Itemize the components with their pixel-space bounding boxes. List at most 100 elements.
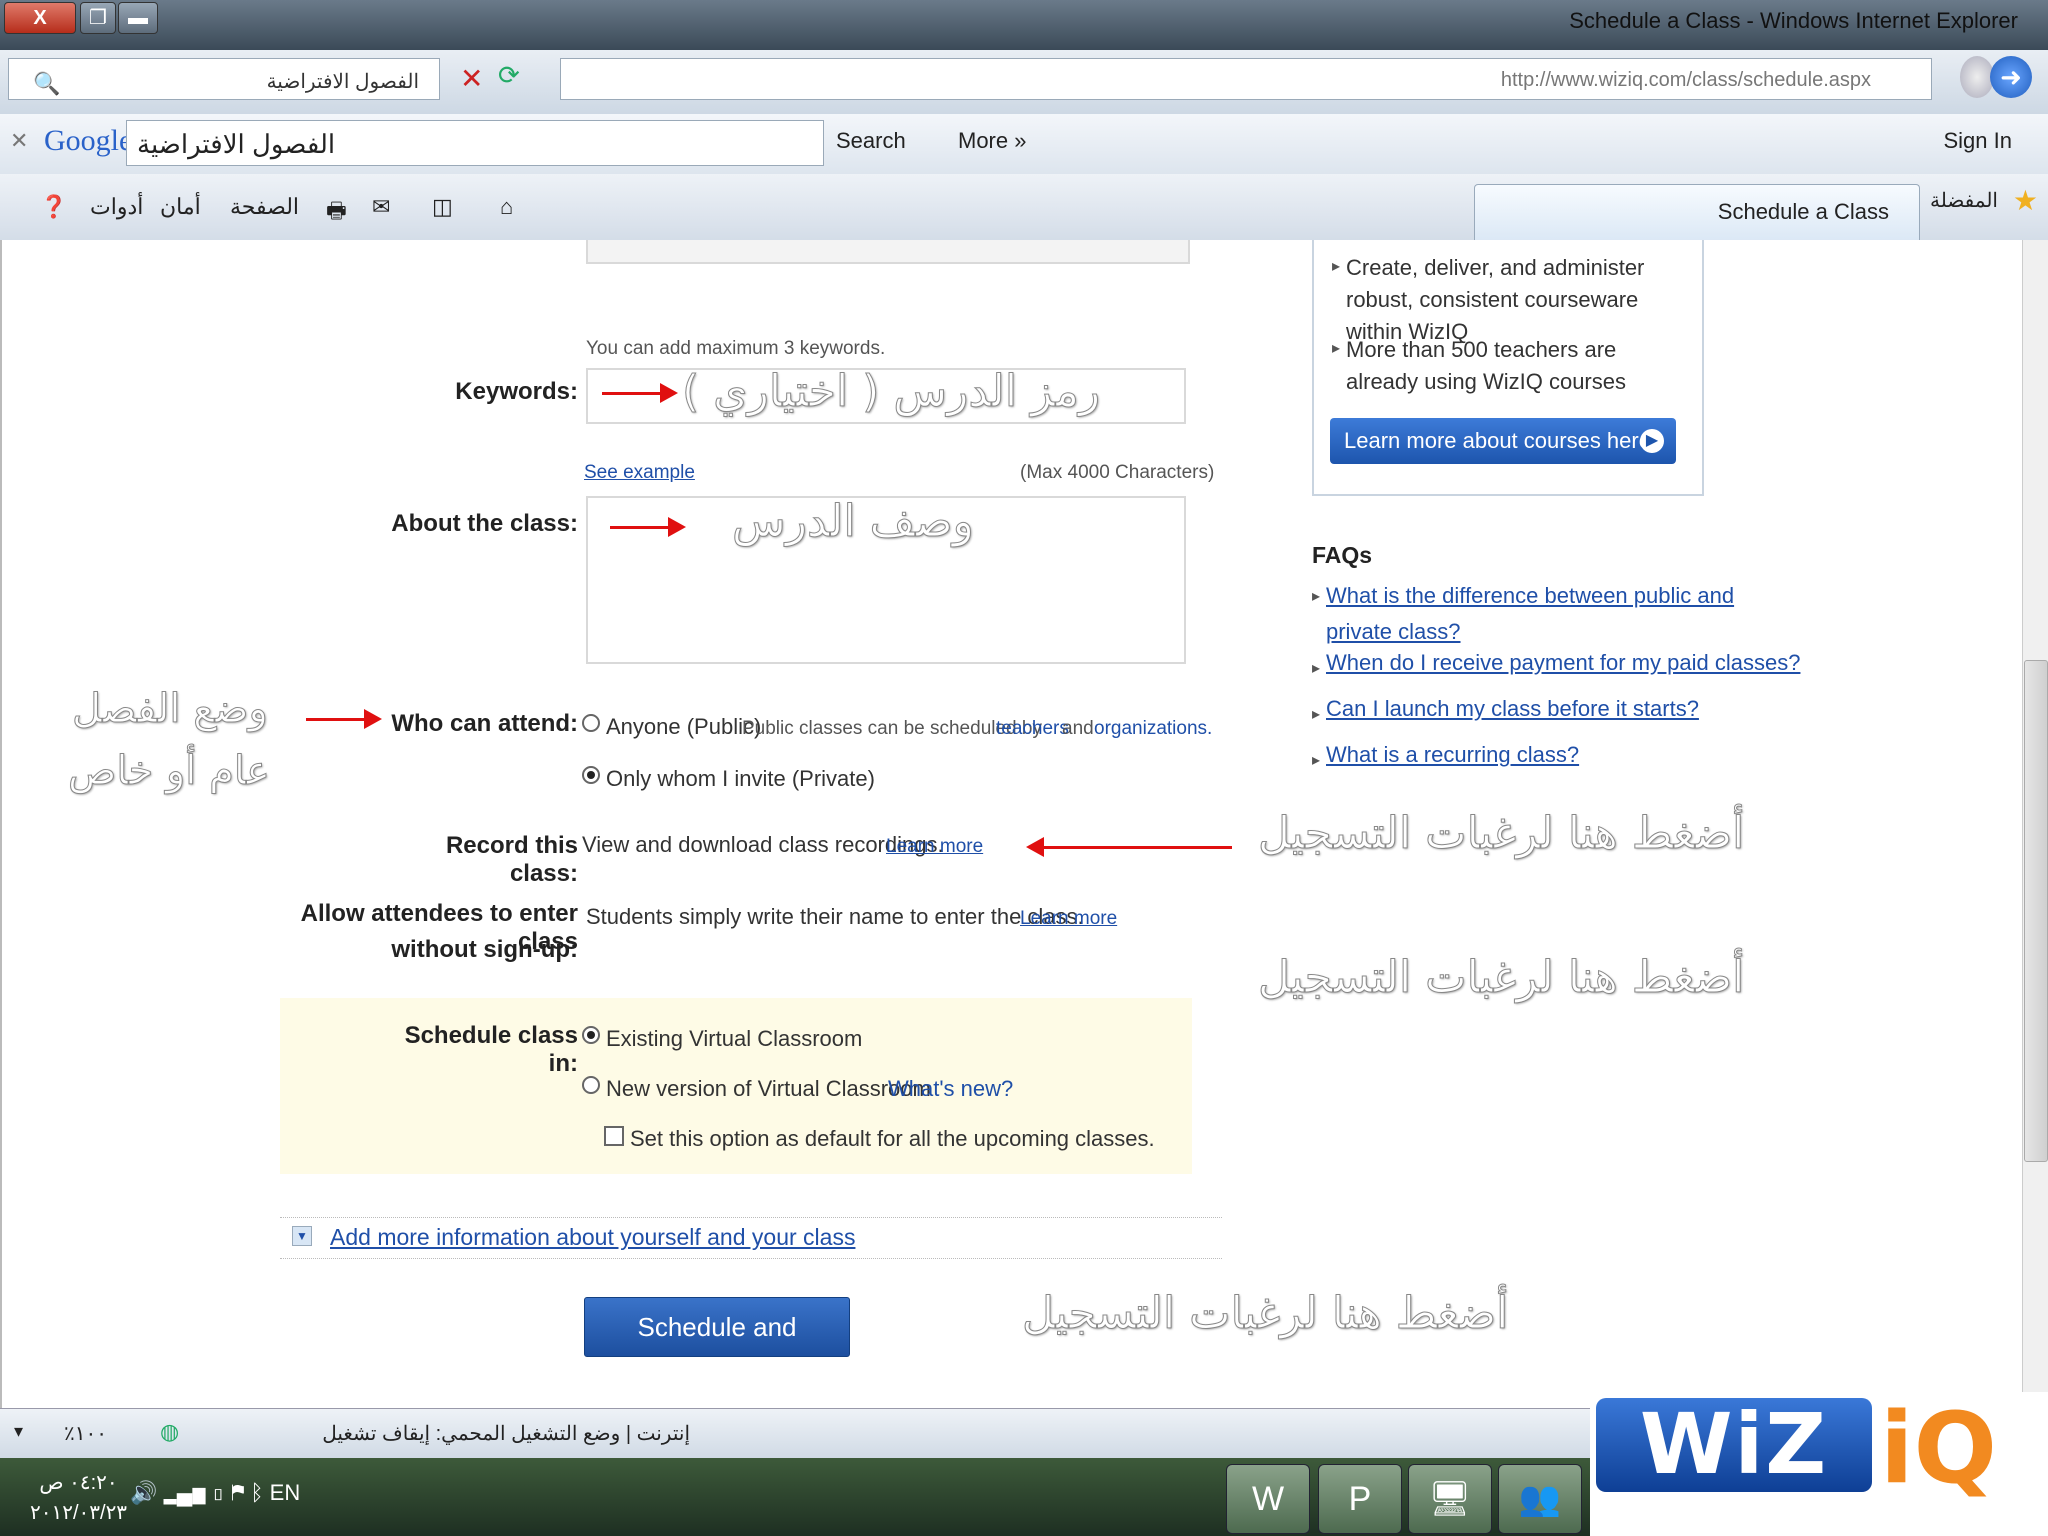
- see-example-link[interactable]: See example: [584, 462, 695, 484]
- record-learn-more-link[interactable]: Learn more: [886, 836, 983, 858]
- mail-icon[interactable]: ✉: [372, 194, 390, 220]
- help-icon[interactable]: ❓: [40, 194, 67, 220]
- teachers-link[interactable]: teachers: [996, 718, 1069, 740]
- bullet-icon: ▸: [1312, 752, 1321, 769]
- scrollbar-thumb[interactable]: [2024, 660, 2048, 1162]
- window-title: Schedule a Class - Windows Internet Expl…: [1569, 8, 2018, 33]
- google-search-input[interactable]: الفصول الافتراضية: [126, 120, 824, 166]
- faqs-title: FAQs: [1312, 542, 1373, 568]
- taskbar-computer-button[interactable]: 🖥: [1408, 1464, 1492, 1534]
- clock-date: ٢٠١٢/٠٣/٢٣: [30, 1502, 128, 1524]
- star-icon[interactable]: ★: [2013, 184, 2038, 217]
- google-more-button[interactable]: More »: [958, 128, 1026, 154]
- zoom-level[interactable]: ١٠٠٪: [64, 1421, 107, 1446]
- faq-link-2[interactable]: When do I receive payment for my paid cl…: [1326, 650, 1800, 676]
- record-arrow: [1026, 837, 1232, 857]
- bullet-icon: ▸: [1312, 588, 1321, 605]
- forward-button[interactable]: [1960, 56, 1994, 98]
- schedule-label: Schedule class in:: [404, 1022, 578, 1077]
- who-arrow: [306, 709, 382, 729]
- network-icon[interactable]: ▂▄▆: [164, 1480, 206, 1505]
- close-toolbar-icon[interactable]: ✕: [10, 128, 28, 154]
- learn-more-courses-label: Learn more about courses here: [1344, 428, 1651, 453]
- taskbar-word-button[interactable]: W: [1226, 1464, 1310, 1534]
- favorites-button[interactable]: المفضلة: [1930, 188, 1998, 213]
- keywords-arrow: [602, 383, 678, 403]
- private-radio[interactable]: [582, 766, 600, 784]
- language-indicator[interactable]: EN: [270, 1480, 301, 1505]
- new-classroom-radio[interactable]: [582, 1076, 600, 1094]
- status-text: إنترنت | وضع التشغيل المحمي: إيقاف تشغيل: [322, 1423, 690, 1445]
- system-clock[interactable]: ٠٤:٢٠ ص ٢٠١٢/٠٣/٢٣: [30, 1468, 127, 1528]
- set-default-label: Set this option as default for all the u…: [630, 1126, 1155, 1151]
- zoom-dropdown-icon[interactable]: ▾: [14, 1421, 23, 1442]
- title-field-bottom[interactable]: [586, 240, 1190, 264]
- faq-link-3[interactable]: Can I launch my class before it starts?: [1326, 696, 1699, 722]
- safety-menu[interactable]: أمان: [160, 194, 201, 220]
- arrow-right-icon: ▶: [1640, 429, 1664, 453]
- allow-learn-more-link[interactable]: Learn more: [1020, 908, 1117, 930]
- taskbar-powerpoint-button[interactable]: P: [1318, 1464, 1402, 1534]
- google-search-button[interactable]: Search: [836, 128, 906, 154]
- command-bar: ❓ أدوات أمان الصفحة 🖶 ✉ ◫ ⌂ Schedule a C…: [0, 174, 2048, 241]
- address-bar: 🔍 الفصول الافتراضية ✕ ⟳ http://www.wiziq…: [0, 50, 2048, 115]
- more-info-link[interactable]: Add more information about yourself and …: [330, 1224, 855, 1251]
- keywords-hint: You can add maximum 3 keywords.: [586, 338, 886, 359]
- organizations-link[interactable]: organizations.: [1094, 718, 1212, 740]
- keywords-annotation: رمز الدرس ( اختياري ): [681, 366, 1101, 418]
- system-tray: 🔊 ▂▄▆ ▯ ⚑ ᛒ EN: [130, 1480, 300, 1506]
- status-bar: ▾ ١٠٠٪ ◍ إنترنت | وضع التشغيل المحمي: إي…: [0, 1408, 1590, 1459]
- google-logo: Google: [44, 124, 133, 157]
- minimize-window-button[interactable]: ▬: [118, 2, 158, 34]
- flag-icon[interactable]: ⚑: [231, 1480, 244, 1505]
- who-annotation-line2: عام أو خاص: [68, 748, 271, 795]
- live-search-text: الفصول الافتراضية: [266, 71, 419, 93]
- bullet-icon: ▸: [1332, 340, 1341, 357]
- google-query-text: الفصول الافتراضية: [137, 129, 336, 159]
- volume-icon[interactable]: 🔊: [130, 1480, 157, 1505]
- back-button[interactable]: ➜: [1990, 56, 2032, 98]
- set-default-checkbox[interactable]: [604, 1126, 624, 1146]
- learn-more-courses-button[interactable]: Learn more about courses here ▶: [1330, 418, 1676, 464]
- bullet-icon: ▸: [1312, 706, 1321, 723]
- close-window-button[interactable]: X: [4, 2, 76, 34]
- page-menu[interactable]: الصفحة: [230, 194, 299, 220]
- whats-new-link[interactable]: What's new?: [888, 1076, 1013, 1102]
- live-search-box[interactable]: 🔍 الفصول الافتراضية: [8, 58, 440, 100]
- print-icon[interactable]: 🖶: [326, 194, 347, 232]
- stop-icon[interactable]: ✕: [460, 62, 483, 95]
- who-can-attend-label: Who can attend:: [391, 710, 578, 737]
- google-toolbar: ✕ Google الفصول الافتراضية Search More »…: [0, 114, 2048, 175]
- tab-schedule-a-class[interactable]: Schedule a Class: [1474, 184, 1920, 241]
- existing-classroom-radio[interactable]: [582, 1026, 600, 1044]
- expand-icon[interactable]: ▼: [292, 1226, 312, 1246]
- public-radio[interactable]: [582, 714, 600, 732]
- record-annotation: أضغط هنا لرغبات التسجيل: [1257, 808, 1745, 860]
- record-label: Record this class:: [445, 832, 578, 887]
- battery-icon[interactable]: ▯: [212, 1480, 225, 1505]
- who-annotation-line1: وضع الفصل: [72, 686, 269, 733]
- faq-link-4[interactable]: What is a recurring class?: [1326, 742, 1579, 768]
- page-content: You can add maximum 3 keywords. Keywords…: [0, 240, 2026, 1408]
- title-bar: X ❐ ▬ Schedule a Class - Windows Interne…: [0, 0, 2048, 50]
- globe-icon: ◍: [160, 1419, 180, 1444]
- bluetooth-icon[interactable]: ᛒ: [250, 1480, 263, 1505]
- taskbar-users-button[interactable]: 👥: [1498, 1464, 1582, 1534]
- max-chars-note: (Max 4000 Characters): [1020, 462, 1215, 483]
- url-field[interactable]: http://www.wiziq.com/class/schedule.aspx: [560, 58, 1932, 100]
- schedule-and-continue-button[interactable]: Schedule and Continue: [584, 1297, 850, 1400]
- faq-link-1[interactable]: What is the difference between public an…: [1326, 578, 1766, 650]
- google-sign-in-link[interactable]: Sign In: [1944, 128, 2013, 154]
- tools-menu[interactable]: أدوات: [90, 194, 143, 220]
- search-icon[interactable]: 🔍: [33, 71, 60, 97]
- courses-bullet-2: More than 500 teachers are already using…: [1346, 337, 1626, 394]
- allow-text: Students simply write their name to ente…: [586, 904, 1084, 929]
- logo-iq-text: iQ: [1880, 1392, 1997, 1506]
- wiziq-logo: WiZ iQ: [1590, 1392, 2048, 1536]
- taskbar: ٠٤:٢٠ ص ٢٠١٢/٠٣/٢٣ 🔊 ▂▄▆ ▯ ⚑ ᛒ EN W P 🖥 …: [0, 1458, 1590, 1536]
- feeds-icon[interactable]: ◫: [432, 194, 453, 220]
- home-icon[interactable]: ⌂: [500, 194, 513, 220]
- refresh-icon[interactable]: ⟳: [498, 60, 520, 91]
- url-text: http://www.wiziq.com/class/schedule.aspx: [1500, 69, 1871, 91]
- restore-window-button[interactable]: ❐: [80, 2, 116, 34]
